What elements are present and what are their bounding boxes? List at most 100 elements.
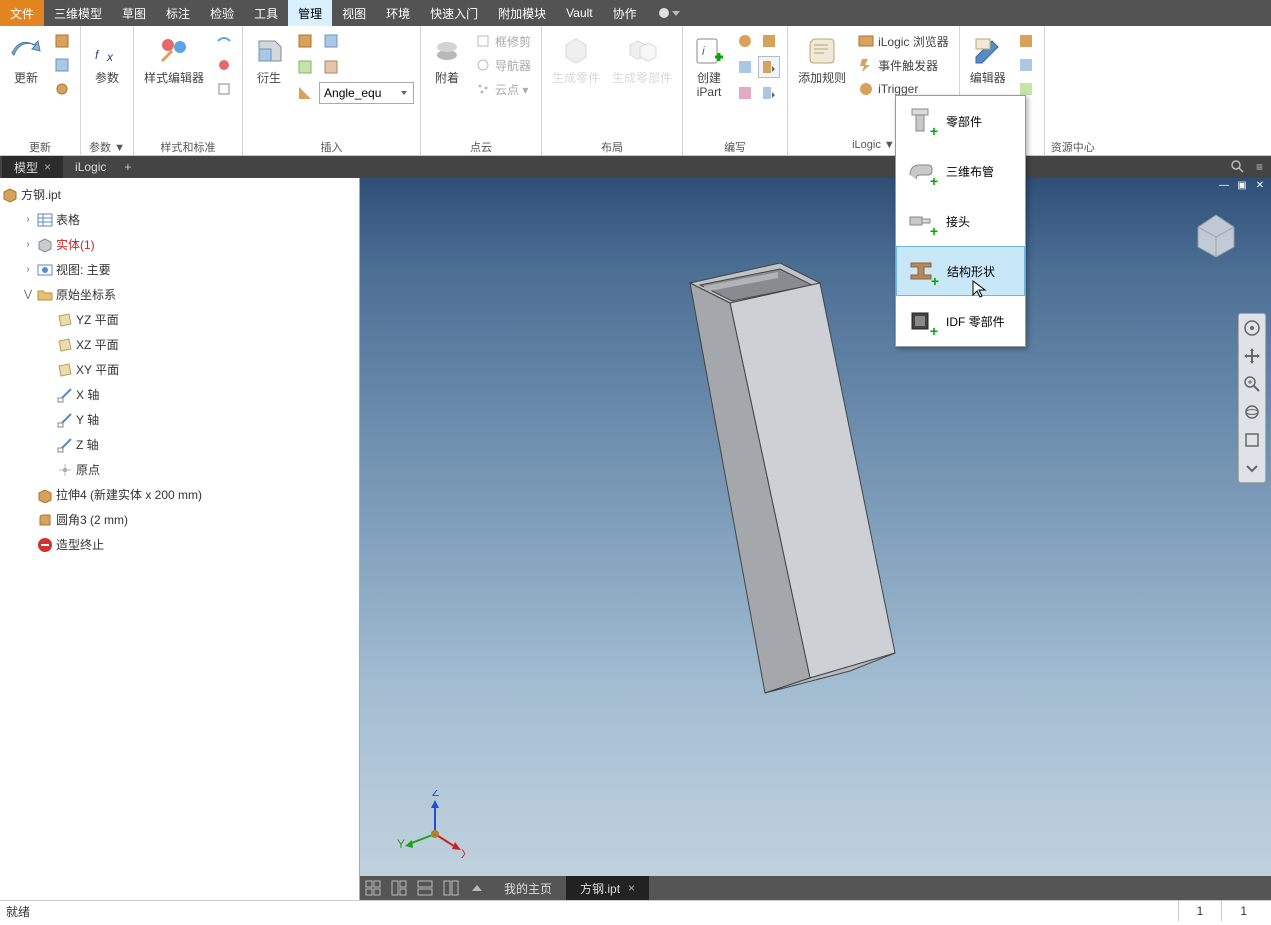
update-sm-3[interactable] [51,78,73,100]
insert-sm-2[interactable] [320,30,342,52]
style-sm-3[interactable] [213,78,235,100]
menu-item-7[interactable]: 环境 [376,0,420,26]
menu-item-1[interactable]: 草图 [112,0,156,26]
tree-node[interactable]: XY 平面 [2,357,357,382]
viewport[interactable]: — ▣ ✕ [360,178,1271,900]
style-sm-2[interactable] [213,54,235,76]
panel-tab-model[interactable]: 模型× [2,156,63,178]
expand-icon[interactable]: ⋁ [22,289,34,300]
tree-root[interactable]: 方钢.ipt [2,182,357,207]
insert-sm-1[interactable] [294,30,316,52]
view-cube[interactable] [1186,203,1246,263]
search-icon[interactable] [1230,159,1246,175]
close-icon[interactable]: ✕ [1253,180,1267,194]
update-button[interactable]: 更新 [6,29,46,87]
tree-node[interactable]: X 轴 [2,382,357,407]
angle-combo[interactable]: Angle_equ [319,82,414,104]
expand-icon[interactable]: › [22,239,34,250]
tree-node[interactable]: ›视图: 主要 [2,257,357,282]
tree-label: Y 轴 [76,411,99,428]
menu-item-10[interactable]: Vault [556,0,602,26]
author-sm-5[interactable] [734,82,756,104]
attach-button[interactable]: 附着 [427,29,467,87]
menu-item-5[interactable]: 管理 [288,0,332,26]
style-sm-1[interactable] [213,30,235,52]
tree-node[interactable]: 原点 [2,457,357,482]
create-ipart-button[interactable]: i 创建 iPart [689,29,729,101]
close-icon[interactable]: × [628,881,635,895]
author-sm-1[interactable] [734,30,756,52]
author-sm-3[interactable] [734,56,756,78]
zoom-icon[interactable] [1242,374,1262,394]
menu-item-9[interactable]: 附加模块 [488,0,556,26]
derive-button[interactable]: 衍生 [249,29,289,87]
panel-tab-add[interactable]: + [118,160,137,174]
group-label-style: 样式和标准 [140,137,236,155]
menu-item-2[interactable]: 标注 [156,0,200,26]
editor-sm-2[interactable] [1015,54,1037,76]
editor-button[interactable]: 编辑器 [966,29,1010,87]
tree-node[interactable]: ⋁原始坐标系 [2,282,357,307]
tile-3-icon[interactable] [412,876,438,900]
view-icon [37,262,53,278]
style-editor-button[interactable]: 样式编辑器 [140,29,208,87]
popup-item-component[interactable]: + 零部件 [896,96,1025,146]
add-rule-button[interactable]: 添加规则 [794,29,850,87]
author-dropdown-2[interactable] [758,82,780,104]
menu-item-3[interactable]: 检验 [200,0,244,26]
tree-label: 原点 [76,461,100,478]
insert-angle-icon[interactable] [294,82,316,104]
params-button[interactable]: fx 参数 [87,29,127,87]
lookat-icon[interactable] [1242,430,1262,450]
expand-icon[interactable]: › [22,264,34,275]
tile-4-icon[interactable] [438,876,464,900]
update-sm-2[interactable] [51,54,73,76]
tree-node[interactable]: 圆角3 (2 mm) [2,507,357,532]
doctab-0[interactable]: 方钢.ipt× [566,876,649,900]
author-dropdown-1[interactable] [758,56,780,78]
collapse-up-icon[interactable] [464,876,490,900]
tree-node[interactable]: 拉伸4 (新建实体 x 200 mm) [2,482,357,507]
pan-icon[interactable] [1242,346,1262,366]
menu-item-0[interactable]: 三维模型 [44,0,112,26]
panel-tab-ilogic[interactable]: iLogic [63,156,118,178]
minimize-icon[interactable]: — [1217,180,1231,194]
doctab-home[interactable]: 我的主页 [490,876,566,900]
tree-node[interactable]: XZ 平面 [2,332,357,357]
expand-icon[interactable]: › [22,214,34,225]
close-icon[interactable]: × [44,160,51,174]
plane-icon [57,312,73,328]
menu-item-4[interactable]: 工具 [244,0,288,26]
event-triggers-row[interactable]: 事件触发器 [854,53,953,77]
tile-1-icon[interactable] [360,876,386,900]
menu-item-6[interactable]: 视图 [332,0,376,26]
menu-item-8[interactable]: 快速入门 [420,0,488,26]
record-button[interactable] [647,0,692,26]
ilogic-browser-row[interactable]: iLogic 浏览器 [854,29,953,53]
author-sm-2[interactable] [758,30,780,52]
menu-file[interactable]: 文件 [0,0,44,26]
popup-item-connector[interactable]: + 接头 [896,196,1025,246]
editor-sm-1[interactable] [1015,30,1037,52]
panel-menu-icon[interactable]: ≡ [1250,160,1269,174]
tile-2-icon[interactable] [386,876,412,900]
maximize-icon[interactable]: ▣ [1235,180,1249,194]
tree-node[interactable]: YZ 平面 [2,307,357,332]
tree-node[interactable]: ›实体(1) [2,232,357,257]
update-sm-1[interactable] [51,30,73,52]
popup-item-tube[interactable]: + 三维布管 [896,146,1025,196]
nav-wheel-icon[interactable] [1242,318,1262,338]
tree-node[interactable]: Y 轴 [2,407,357,432]
popup-item-idf[interactable]: + IDF 零部件 [896,296,1025,346]
nav-more-icon[interactable] [1242,458,1262,478]
popup-item-structural[interactable]: + 结构形状 [896,246,1025,296]
insert-sm-3[interactable] [294,56,316,78]
tree-node[interactable]: ›表格 [2,207,357,232]
orbit-icon[interactable] [1242,402,1262,422]
tree-node[interactable]: 造型终止 [2,532,357,557]
insert-sm-4[interactable] [320,56,342,78]
group-label-params[interactable]: 参数 ▼ [87,137,127,155]
menu-item-11[interactable]: 协作 [603,0,647,26]
ribbon: 更新 更新 fx 参数 参数 ▼ 样式编辑器 [0,26,1271,156]
tree-node[interactable]: Z 轴 [2,432,357,457]
